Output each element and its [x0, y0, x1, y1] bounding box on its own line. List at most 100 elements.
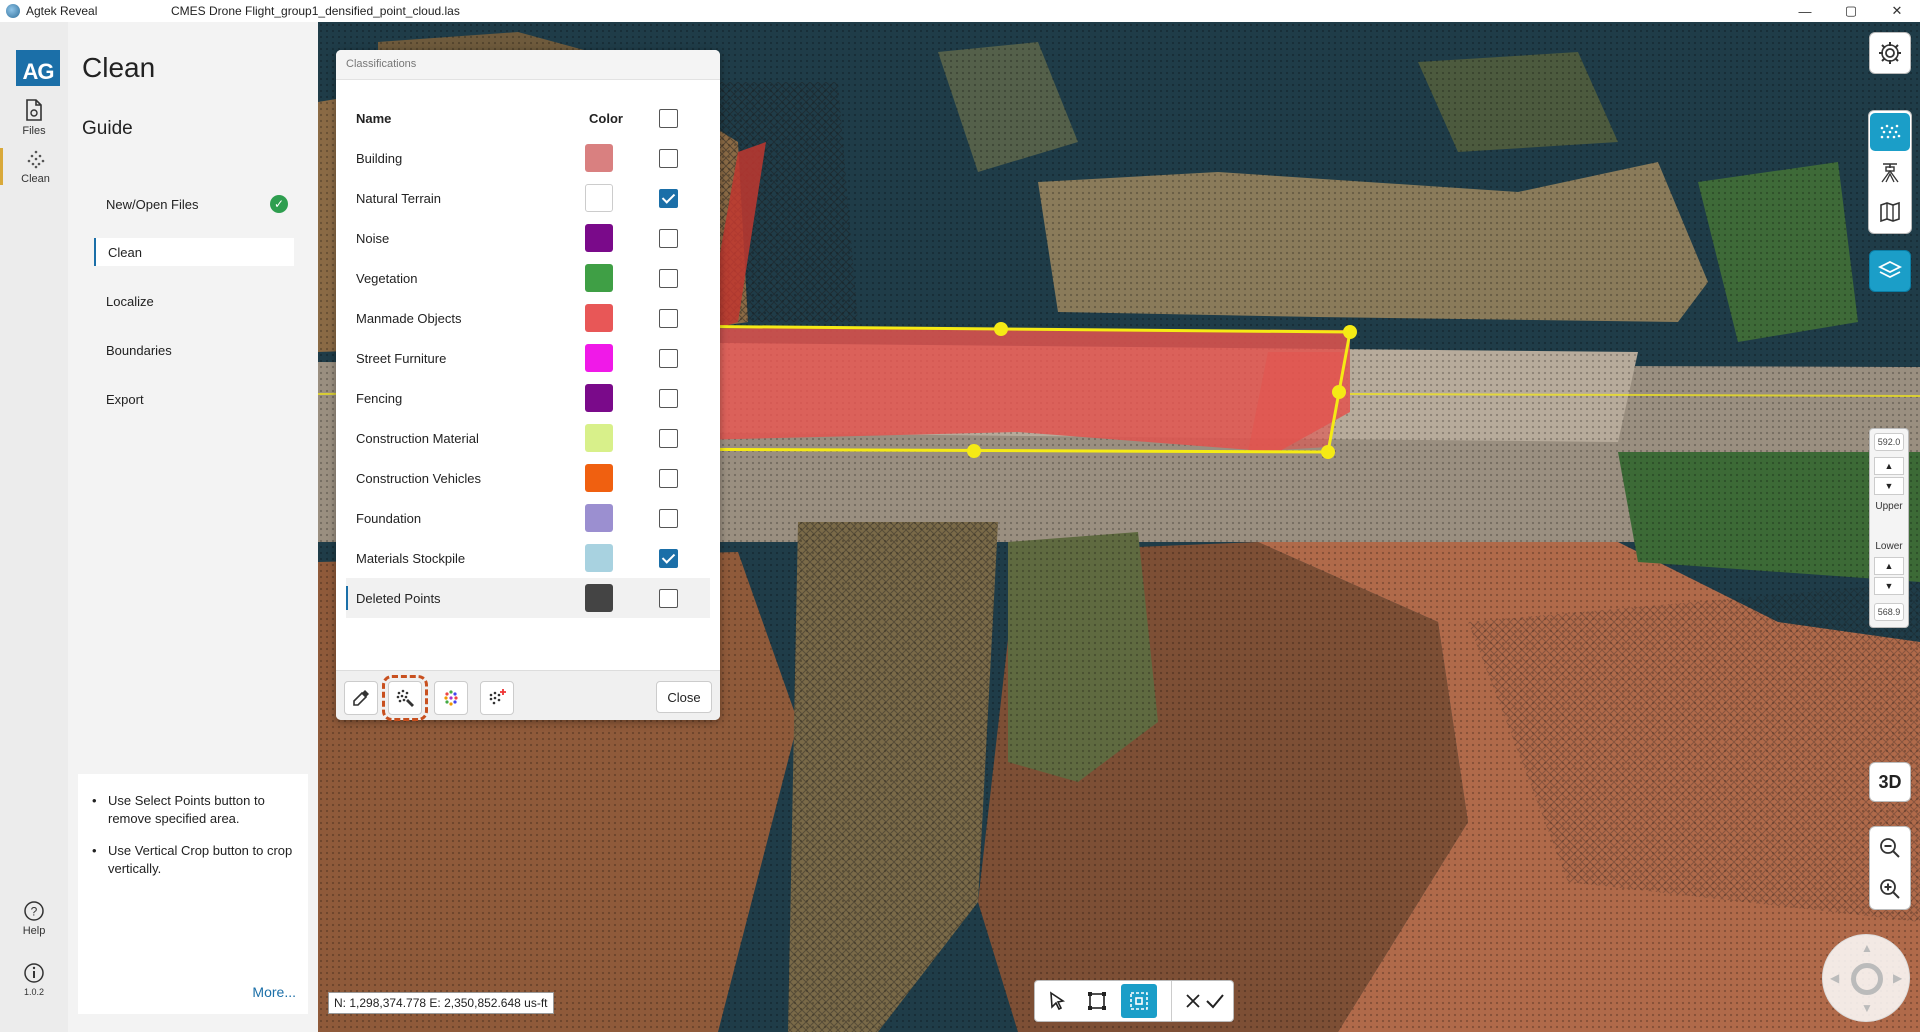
classification-row[interactable]: Fencing — [346, 378, 710, 418]
navigation-ring[interactable]: ▲ ▼ ◀ ▶ — [1822, 934, 1910, 1022]
add-points-button[interactable] — [480, 681, 514, 715]
classification-row[interactable]: Street Furniture — [346, 338, 710, 378]
classification-checkbox[interactable] — [659, 348, 678, 368]
classification-checkbox[interactable] — [659, 268, 678, 288]
3d-toggle-button[interactable]: 3D — [1869, 762, 1911, 802]
pan-left-icon[interactable]: ◀ — [1830, 971, 1839, 985]
svg-text:?: ? — [31, 905, 38, 919]
pan-down-icon[interactable]: ▼ — [1861, 1001, 1873, 1015]
left-rail: AG Files Clean ? Help 1.0.2 — [0, 22, 68, 1032]
dialog-title: Classifications — [336, 50, 720, 80]
agtek-logo: AG — [16, 50, 60, 86]
classification-row[interactable]: Building — [346, 138, 710, 178]
zoom-out-button[interactable] — [1870, 827, 1910, 868]
app-name: Agtek Reveal — [26, 4, 98, 18]
rail-files-button[interactable]: Files — [0, 98, 68, 137]
zoom-in-button[interactable] — [1870, 868, 1910, 909]
close-window-button[interactable]: ✕ — [1874, 0, 1920, 22]
layers-button[interactable] — [1869, 250, 1911, 292]
color-swatch[interactable] — [585, 224, 613, 252]
polygon-select-button[interactable] — [1121, 984, 1157, 1018]
more-link[interactable]: More... — [252, 984, 296, 1000]
pointer-select-button[interactable] — [1039, 984, 1075, 1018]
file-icon — [26, 99, 42, 121]
classification-checkbox[interactable] — [659, 388, 678, 408]
rail-info-button[interactable]: 1.0.2 — [0, 962, 68, 997]
minimize-button[interactable]: — — [1782, 0, 1828, 22]
classification-checkbox[interactable] — [659, 308, 678, 328]
classification-checkbox[interactable] — [659, 228, 678, 248]
classification-checkbox[interactable] — [659, 508, 678, 528]
upper-decrease-button[interactable]: ▼ — [1874, 477, 1904, 495]
select-points-button[interactable] — [382, 675, 428, 721]
drone-view-button[interactable] — [1870, 153, 1910, 191]
rail-help-label: Help — [22, 925, 46, 937]
rectangle-select-button[interactable] — [1079, 984, 1115, 1018]
classification-name: Materials Stockpile — [356, 550, 466, 566]
classification-row[interactable]: Noise — [346, 218, 710, 258]
color-swatch[interactable] — [585, 424, 613, 452]
select-all-checkbox[interactable] — [659, 108, 678, 128]
color-swatch[interactable] — [585, 344, 613, 372]
color-swatch[interactable] — [585, 384, 613, 412]
classification-row[interactable]: Construction Material — [346, 418, 710, 458]
guide-step-clean[interactable]: Clean — [94, 238, 294, 266]
step-label: Localize — [106, 293, 154, 309]
drone-icon — [1881, 163, 1899, 183]
point-cloud-view-button[interactable] — [1870, 113, 1910, 151]
upper-label: Upper — [1875, 501, 1903, 512]
classification-row[interactable]: Construction Vehicles — [346, 458, 710, 498]
classification-row[interactable]: Materials Stockpile — [346, 538, 710, 578]
classification-row[interactable]: Vegetation — [346, 258, 710, 298]
color-swatch[interactable] — [585, 304, 613, 332]
classification-checkbox[interactable] — [659, 188, 678, 208]
classification-row[interactable]: Manmade Objects — [346, 298, 710, 338]
eyedropper-button[interactable] — [344, 681, 378, 715]
guide-step-export[interactable]: Export — [94, 385, 294, 413]
color-swatch[interactable] — [585, 504, 613, 532]
pan-up-icon[interactable]: ▲ — [1861, 941, 1873, 955]
lower-value[interactable]: 568.9 — [1874, 603, 1904, 621]
orbit-center-icon[interactable] — [1851, 963, 1883, 995]
color-swatch[interactable] — [585, 264, 613, 292]
view-mode-group — [1868, 110, 1912, 234]
cursor-icon — [1050, 991, 1066, 1011]
classification-checkbox[interactable] — [659, 148, 678, 168]
classification-checkbox[interactable] — [659, 468, 678, 488]
color-swatch[interactable] — [585, 464, 613, 492]
pan-right-icon[interactable]: ▶ — [1893, 971, 1902, 985]
close-dialog-button[interactable]: Close — [656, 681, 712, 713]
zoom-controls — [1869, 826, 1911, 910]
vertical-crop-panel: 592.0 ▲ ▼ Upper Lower ▲ ▼ 568.9 — [1869, 428, 1909, 628]
confirm-selection-button[interactable] — [1197, 984, 1233, 1018]
step-label: Export — [106, 391, 144, 407]
window-controls: — ▢ ✕ — [1782, 0, 1920, 22]
classification-name: Deleted Points — [356, 590, 441, 606]
guide-step-localize[interactable]: Localize — [94, 287, 294, 315]
classification-row[interactable]: Natural Terrain — [346, 178, 710, 218]
classification-checkbox[interactable] — [659, 548, 678, 568]
color-swatch[interactable] — [585, 144, 613, 172]
upper-value[interactable]: 592.0 — [1874, 433, 1904, 451]
coordinate-readout: N: 1,298,374.778 E: 2,350,852.648 us-ft — [328, 992, 554, 1014]
classification-row[interactable]: Foundation — [346, 498, 710, 538]
lower-decrease-button[interactable]: ▼ — [1874, 577, 1904, 595]
color-swatch[interactable] — [585, 584, 613, 612]
maximize-button[interactable]: ▢ — [1828, 0, 1874, 22]
color-points-button[interactable] — [434, 681, 468, 715]
rail-help-button[interactable]: ? Help — [0, 900, 68, 937]
settings-button[interactable] — [1869, 32, 1911, 74]
classification-checkbox[interactable] — [659, 428, 678, 448]
rail-clean-button[interactable]: Clean — [0, 148, 68, 185]
color-swatch[interactable] — [585, 184, 613, 212]
dialog-toolbar: Close — [336, 670, 720, 721]
guide-step-boundaries[interactable]: Boundaries — [94, 336, 294, 364]
classification-row[interactable]: Deleted Points — [346, 578, 710, 618]
map-view-button[interactable] — [1870, 193, 1910, 231]
classification-checkbox[interactable] — [659, 588, 678, 608]
upper-increase-button[interactable]: ▲ — [1874, 457, 1904, 475]
guide-step-new-open-files[interactable]: New/Open Files ✓ — [94, 190, 294, 218]
color-swatch[interactable] — [585, 544, 613, 572]
classification-name: Construction Vehicles — [356, 470, 482, 486]
lower-increase-button[interactable]: ▲ — [1874, 557, 1904, 575]
